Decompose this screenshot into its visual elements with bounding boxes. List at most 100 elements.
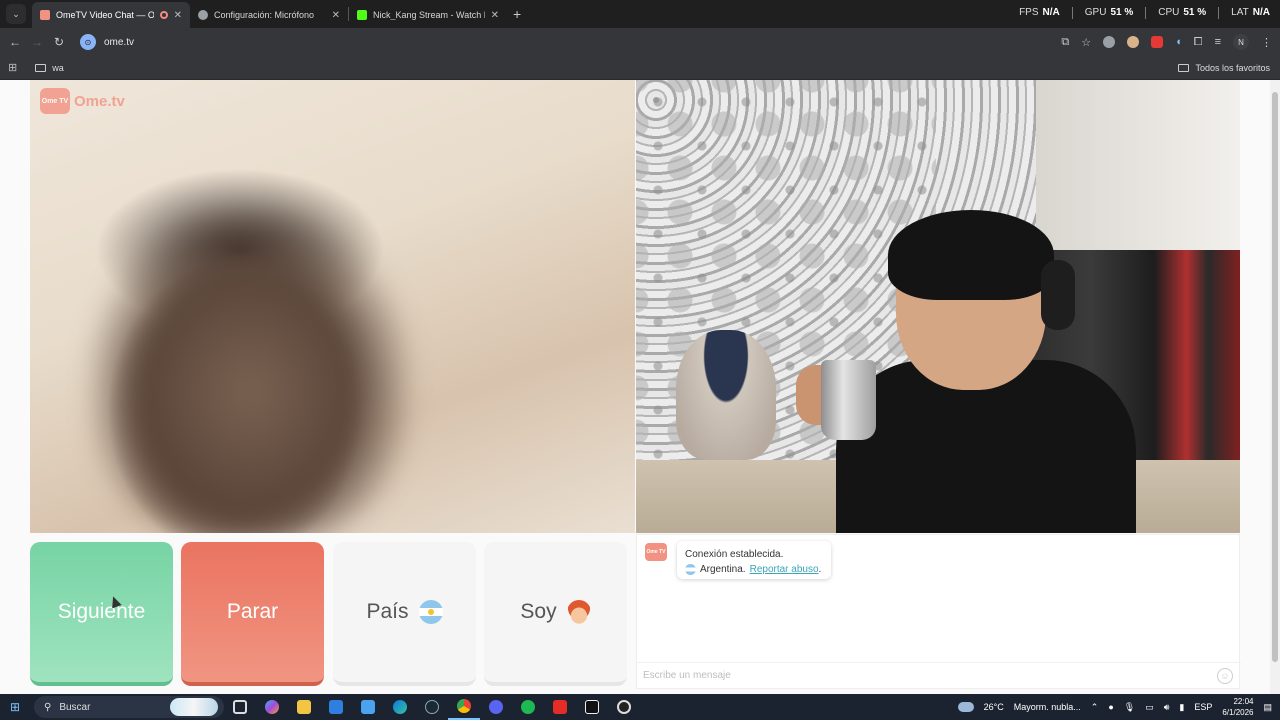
next-button[interactable]: Siguiente: [30, 542, 173, 686]
tab-microphone-settings[interactable]: Configuración: Micrófono ✕: [190, 2, 348, 28]
media-controls-icon[interactable]: ≡: [1215, 36, 1221, 48]
latency-readout: LAT N/A: [1231, 7, 1270, 18]
toolbar-actions: ⧉ ☆ ◖ ⧠ ≡ N ⋮: [1061, 34, 1272, 50]
country-label: País: [366, 600, 409, 623]
back-arrow-icon[interactable]: ←: [4, 35, 26, 49]
extension-cookie-icon[interactable]: [1127, 36, 1140, 48]
report-suffix: .: [818, 564, 822, 575]
stranger-video: Ome TV Ome.tv: [30, 80, 635, 533]
mate-cup: [821, 360, 876, 440]
ometv-logo-mark-icon: Ome TV: [40, 88, 70, 114]
tab-search-button[interactable]: ⌄: [6, 4, 26, 24]
emoji-icon[interactable]: ☺: [1217, 668, 1233, 684]
scrollbar-thumb[interactable]: [1272, 92, 1278, 662]
youtube-icon[interactable]: [544, 694, 576, 720]
extension-adblock-icon[interactable]: [1151, 36, 1164, 48]
notifications-icon[interactable]: ▤: [1263, 702, 1272, 713]
ometv-bot-icon: Ome TV: [645, 543, 667, 561]
gender-button[interactable]: Soy: [484, 542, 627, 686]
headphones: [1041, 260, 1075, 330]
extension-globe-icon[interactable]: [1103, 36, 1116, 48]
task-view-icon[interactable]: [224, 694, 256, 720]
tab-ometv[interactable]: OmeTV Video Chat — Ome ✕: [32, 2, 190, 28]
bookmark-label: Todos los favoritos: [1195, 62, 1270, 73]
extension-audio-icon[interactable]: ◖: [1175, 36, 1182, 48]
stop-button[interactable]: Parar: [181, 542, 324, 686]
battery-icon[interactable]: ▮: [1179, 702, 1184, 713]
tab-kick-stream[interactable]: Nick_Kang Stream - Watch Live ✕: [349, 2, 507, 28]
recording-icon: [159, 11, 168, 19]
chevron-up-icon[interactable]: ⌃: [1091, 702, 1099, 713]
windows-taskbar: ⊞ ⚲ Buscar 26°C Mayorm. nubla... ⌃ ● 🎙︎ …: [0, 694, 1280, 720]
spotify-icon[interactable]: [512, 694, 544, 720]
microphone-icon[interactable]: 🎙︎: [1124, 702, 1135, 713]
extensions-puzzle-icon[interactable]: ⧠: [1194, 36, 1203, 49]
discord-icon[interactable]: [480, 694, 512, 720]
country-button[interactable]: País: [333, 542, 476, 686]
search-highlight-image: [170, 698, 218, 716]
url-text[interactable]: ome.tv: [104, 37, 134, 48]
close-tab-icon[interactable]: ✕: [332, 10, 340, 21]
bookmark-star-icon[interactable]: ☆: [1081, 36, 1091, 49]
address-bar[interactable]: ⊙ ome.tv: [80, 31, 1080, 53]
weather-temp[interactable]: 26°C: [984, 702, 1004, 712]
edge-icon[interactable]: [384, 694, 416, 720]
bookmark-label: wa: [52, 62, 64, 73]
tray-app-icon[interactable]: ●: [1108, 702, 1113, 712]
chat-panel: Ome TV Conexión establecida. Argentina. …: [636, 534, 1241, 689]
self-video: [636, 80, 1240, 533]
forward-arrow-icon[interactable]: →: [26, 35, 48, 49]
gpu-readout: GPU 51 %: [1084, 7, 1134, 18]
cpu-readout: CPU 51 %: [1158, 7, 1207, 18]
chrome-icon[interactable]: [448, 694, 480, 720]
windows-start-icon[interactable]: ⊞: [0, 700, 30, 714]
clock[interactable]: 22:04 6/1/2026: [1222, 696, 1253, 718]
country-row: Argentina. Reportar abuso.: [685, 562, 823, 577]
gender-label: Soy: [520, 600, 557, 623]
divider: [1145, 7, 1147, 19]
gear-icon: [198, 10, 208, 20]
stop-label: Parar: [226, 600, 279, 623]
system-tray: 26°C Mayorm. nubla... ⌃ ● 🎙︎ ▭ 🔊︎ ▮ ESP …: [957, 694, 1272, 720]
close-tab-icon[interactable]: ✕: [491, 10, 499, 21]
apps-grid-icon[interactable]: ⊞: [8, 61, 17, 74]
tab-title: Configuración: Micrófono: [214, 10, 315, 20]
partner-country: Argentina.: [700, 564, 746, 575]
search-placeholder: Buscar: [59, 701, 91, 713]
reload-icon[interactable]: ↻: [48, 35, 70, 49]
all-bookmarks-button[interactable]: Todos los favoritos: [1178, 63, 1270, 73]
steam-icon[interactable]: [416, 694, 448, 720]
profile-avatar[interactable]: N: [1233, 34, 1249, 50]
kick-favicon-icon: [357, 10, 367, 20]
file-explorer-icon[interactable]: [288, 694, 320, 720]
close-tab-icon[interactable]: ✕: [174, 10, 182, 21]
divider: [1218, 7, 1220, 19]
install-app-icon[interactable]: ⧉: [1061, 36, 1069, 49]
weather-desc[interactable]: Mayorm. nubla...: [1014, 702, 1081, 712]
capcut-icon[interactable]: [576, 694, 608, 720]
site-settings-icon[interactable]: ⊙: [80, 34, 96, 50]
divider: [1071, 7, 1073, 19]
language-indicator[interactable]: ESP: [1194, 702, 1212, 712]
tab-title: Nick_Kang Stream - Watch Live: [373, 10, 485, 20]
connection-status: Conexión establecida.: [685, 549, 784, 560]
bookmark-folder-wa[interactable]: wa: [35, 63, 64, 73]
page-scrollbar[interactable]: [1270, 80, 1280, 694]
menu-kebab-icon[interactable]: ⋮: [1261, 36, 1272, 49]
network-icon[interactable]: ▭: [1145, 702, 1154, 713]
person-emoji-icon: [566, 600, 591, 624]
date: 6/1/2026: [1222, 708, 1254, 717]
volume-icon[interactable]: 🔊︎: [1164, 702, 1170, 713]
report-abuse-link[interactable]: Reportar abuso: [750, 564, 819, 575]
system-message: Conexión establecida. Argentina. Reporta…: [677, 541, 831, 579]
obs-icon[interactable]: [608, 694, 640, 720]
new-tab-button[interactable]: +: [513, 6, 521, 22]
cloud-icon: [957, 702, 974, 712]
message-placeholder[interactable]: Escribe un mensaje: [643, 670, 731, 681]
next-label: Siguiente: [57, 600, 146, 623]
message-input[interactable]: Escribe un mensaje ☺: [637, 662, 1241, 688]
store-icon[interactable]: [352, 694, 384, 720]
copilot-icon[interactable]: [256, 694, 288, 720]
mail-icon[interactable]: [320, 694, 352, 720]
taskbar-search[interactable]: ⚲ Buscar: [34, 696, 224, 718]
